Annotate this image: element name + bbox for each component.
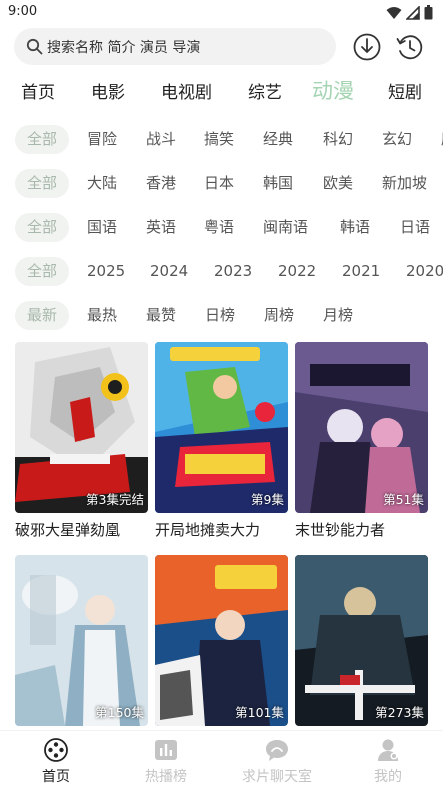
episode-badge: 第150集 — [95, 705, 144, 720]
filter-genre-all[interactable]: 全部 — [15, 125, 70, 154]
tab-anime[interactable]: 动漫 — [312, 75, 354, 105]
filter-region-chip[interactable]: 大陆 — [87, 169, 117, 198]
filter-language-chip[interactable]: 日语 — [400, 213, 430, 242]
nav-label: 求片聊天室 — [242, 769, 312, 785]
poster-image[interactable]: 第150集 — [15, 555, 148, 726]
home-film-reel-icon — [44, 738, 68, 762]
filter-genre-chip[interactable]: 玄幻 — [382, 125, 412, 154]
filter-sort-chip[interactable]: 最赞 — [146, 301, 176, 330]
tab-home[interactable]: 首页 — [21, 78, 55, 103]
nav-home[interactable]: 首页 — [1, 737, 111, 786]
anime-title[interactable]: 破邪大星弹劾凰 — [15, 519, 120, 540]
episode-badge: 第3集完结 — [86, 492, 144, 507]
poster-art — [155, 555, 288, 726]
poster-art — [295, 342, 428, 513]
filter-row-year: 全部 2025 2024 2023 2022 2021 2020 — [0, 253, 443, 289]
episode-badge: 第51集 — [383, 492, 424, 507]
filter-region-chip[interactable]: 欧美 — [323, 169, 353, 198]
poster-image[interactable]: 第3集完结 — [15, 342, 148, 513]
filter-year-all[interactable]: 全部 — [15, 257, 70, 286]
filter-year-chip[interactable]: 2021 — [342, 257, 380, 286]
filter-region-chip[interactable]: 香港 — [146, 169, 176, 198]
filter-row-language: 全部 国语 英语 粤语 闽南语 韩语 日语 — [0, 209, 443, 245]
anime-title[interactable]: 末世钞能力者 — [295, 519, 385, 540]
filter-row-region: 全部 大陆 香港 日本 韩国 欧美 新加坡 — [0, 165, 443, 201]
filter-year-chip[interactable]: 2020 — [406, 257, 443, 286]
chat-bubble-icon — [266, 740, 288, 761]
nav-label: 热播榜 — [145, 769, 187, 785]
filter-genre-chip[interactable]: 经典 — [263, 125, 293, 154]
filter-sort-chip[interactable]: 周榜 — [264, 301, 294, 330]
filter-region-chip[interactable]: 新加坡 — [382, 169, 427, 198]
tab-movies[interactable]: 电影 — [91, 78, 125, 103]
nav-trending[interactable]: 热播榜 — [111, 737, 221, 786]
history-icon[interactable] — [395, 32, 425, 62]
filter-language-chip[interactable]: 韩语 — [340, 213, 370, 242]
search-placeholder: 搜索名称 简介 演员 导演 — [47, 39, 201, 56]
poster-image[interactable]: 第273集 — [295, 555, 428, 726]
filter-year-chip[interactable]: 2024 — [150, 257, 188, 286]
filter-row-sort: 最新 最热 最赞 日榜 周榜 月榜 — [0, 297, 443, 333]
filter-year-chip[interactable]: 2022 — [278, 257, 316, 286]
filter-genre-chip[interactable]: 冒险 — [87, 125, 117, 154]
anime-card[interactable]: 第3集完结 破邪大星弹劾凰 — [15, 342, 148, 539]
search-row: 搜索名称 简介 演员 导演 — [14, 28, 434, 66]
poster-image[interactable]: 第101集 — [155, 555, 288, 726]
filter-year-chip[interactable]: 2023 — [214, 257, 252, 286]
anime-card[interactable]: 第101集 — [155, 555, 288, 726]
filter-genre-chip[interactable]: 搞笑 — [204, 125, 234, 154]
filter-sort-latest[interactable]: 最新 — [15, 301, 70, 330]
poster-art — [15, 342, 148, 513]
anime-card[interactable]: 第51集 末世钞能力者 — [295, 342, 428, 539]
nav-label: 我的 — [374, 769, 402, 785]
poster-art — [15, 555, 148, 726]
anime-title[interactable]: 开局地摊卖大力 — [155, 519, 260, 540]
tab-variety[interactable]: 综艺 — [248, 78, 282, 103]
nav-chatroom[interactable]: 求片聊天室 — [222, 737, 332, 786]
tab-tv-series[interactable]: 电视剧 — [161, 78, 212, 103]
chart-bars-icon — [155, 740, 177, 760]
bottom-navigation: 首页 热播榜 求片聊天室 我的 — [0, 730, 443, 788]
poster-art — [155, 342, 288, 513]
search-icon — [26, 38, 43, 55]
anime-card[interactable]: 第273集 — [295, 555, 428, 726]
status-time: 9:00 — [8, 4, 38, 19]
filter-row-genre: 全部 冒险 战斗 搞笑 经典 科幻 玄幻 魔 — [0, 121, 443, 157]
signal-icon — [406, 5, 420, 20]
episode-badge: 第9集 — [251, 492, 284, 507]
episode-badge: 第101集 — [235, 705, 284, 720]
poster-image[interactable]: 第51集 — [295, 342, 428, 513]
tab-short-drama[interactable]: 短剧 — [388, 78, 422, 103]
nav-label: 首页 — [42, 769, 70, 785]
status-icons — [386, 5, 433, 20]
search-input[interactable]: 搜索名称 简介 演员 导演 — [14, 28, 336, 65]
poster-art — [295, 555, 428, 726]
filter-sort-chip[interactable]: 日榜 — [205, 301, 235, 330]
anime-card[interactable]: 第9集 开局地摊卖大力 — [155, 342, 288, 539]
filter-genre-chip[interactable]: 战斗 — [146, 125, 176, 154]
filter-sort-chip[interactable]: 最热 — [87, 301, 117, 330]
filter-language-chip[interactable]: 粤语 — [204, 213, 234, 242]
filter-sort-chip[interactable]: 月榜 — [323, 301, 353, 330]
filter-language-chip[interactable]: 国语 — [87, 213, 117, 242]
episode-badge: 第273集 — [375, 705, 424, 720]
filter-region-all[interactable]: 全部 — [15, 169, 70, 198]
wifi-icon — [386, 6, 402, 19]
filter-language-chip[interactable]: 闽南语 — [263, 213, 308, 242]
filter-region-chip[interactable]: 韩国 — [263, 169, 293, 198]
battery-icon — [424, 5, 433, 20]
poster-image[interactable]: 第9集 — [155, 342, 288, 513]
filter-year-chip[interactable]: 2025 — [87, 257, 125, 286]
anime-card[interactable]: 第150集 — [15, 555, 148, 726]
filter-language-chip[interactable]: 英语 — [146, 213, 176, 242]
main-category-tabs: 首页 电影 电视剧 综艺 动漫 短剧 — [0, 70, 443, 110]
user-profile-icon — [378, 739, 398, 761]
filter-language-all[interactable]: 全部 — [15, 213, 70, 242]
nav-profile[interactable]: 我的 — [333, 737, 443, 786]
status-bar: 9:00 — [0, 0, 443, 26]
download-icon[interactable] — [352, 32, 382, 62]
filter-region-chip[interactable]: 日本 — [204, 169, 234, 198]
filter-genre-chip[interactable]: 科幻 — [323, 125, 353, 154]
